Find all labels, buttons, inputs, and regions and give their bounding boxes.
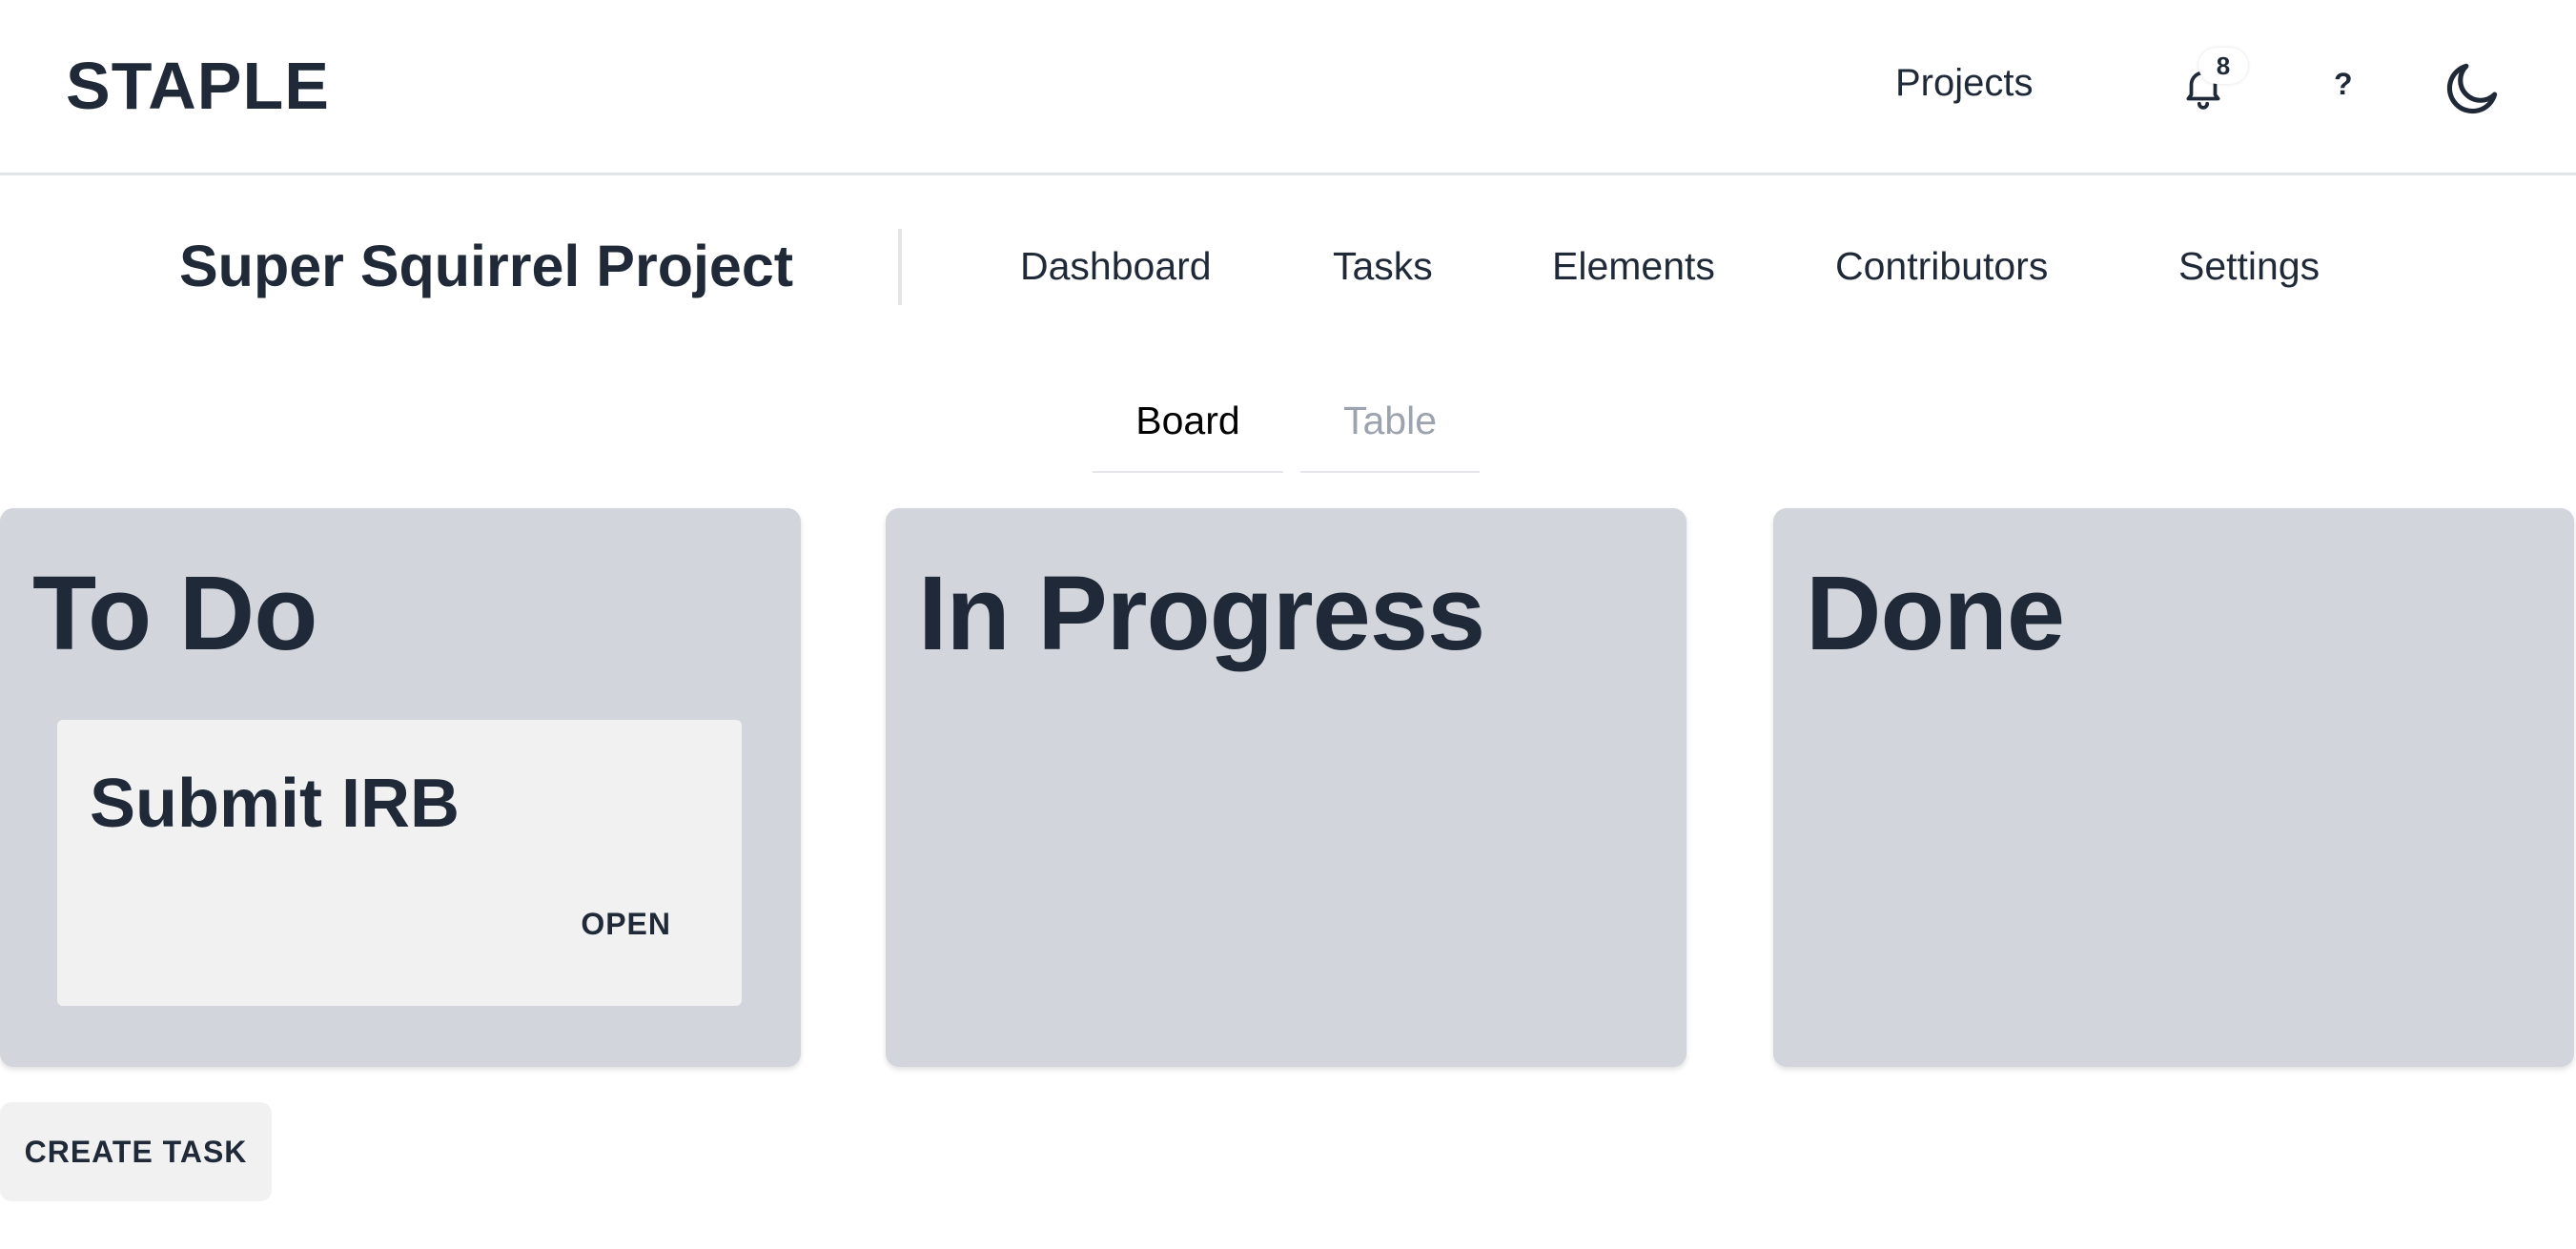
divider	[898, 229, 902, 305]
nav-dashboard[interactable]: Dashboard	[1020, 244, 1212, 289]
moon-icon[interactable]	[2441, 55, 2505, 120]
task-card[interactable]: Submit IRB OPEN	[57, 720, 742, 1006]
tab-board[interactable]: Board	[1093, 399, 1283, 473]
top-navbar: STAPLE Projects 8 ?	[0, 0, 2576, 175]
column-title: Done	[1806, 555, 2065, 672]
nav-elements[interactable]: Elements	[1552, 244, 1715, 289]
column-in-progress: In Progress	[886, 508, 1687, 1067]
open-task-button[interactable]: OPEN	[581, 907, 671, 942]
nav-contributors[interactable]: Contributors	[1835, 244, 2048, 289]
create-task-button[interactable]: CREATE TASK	[0, 1102, 272, 1201]
projects-link[interactable]: Projects	[1895, 62, 2034, 105]
nav-tasks[interactable]: Tasks	[1333, 244, 1433, 289]
nav-settings[interactable]: Settings	[2178, 244, 2320, 289]
column-title: In Progress	[918, 555, 1485, 672]
project-title: Super Squirrel Project	[179, 234, 794, 298]
app-logo[interactable]: STAPLE	[66, 48, 330, 124]
column-done: Done	[1773, 508, 2574, 1067]
column-title: To Do	[32, 555, 317, 672]
task-title: Submit IRB	[90, 766, 460, 842]
notification-count-badge: 8	[2198, 48, 2248, 84]
help-button[interactable]: ?	[2334, 67, 2353, 102]
column-to-do: To Do Submit IRB OPEN	[0, 508, 801, 1067]
tab-table[interactable]: Table	[1300, 399, 1480, 473]
